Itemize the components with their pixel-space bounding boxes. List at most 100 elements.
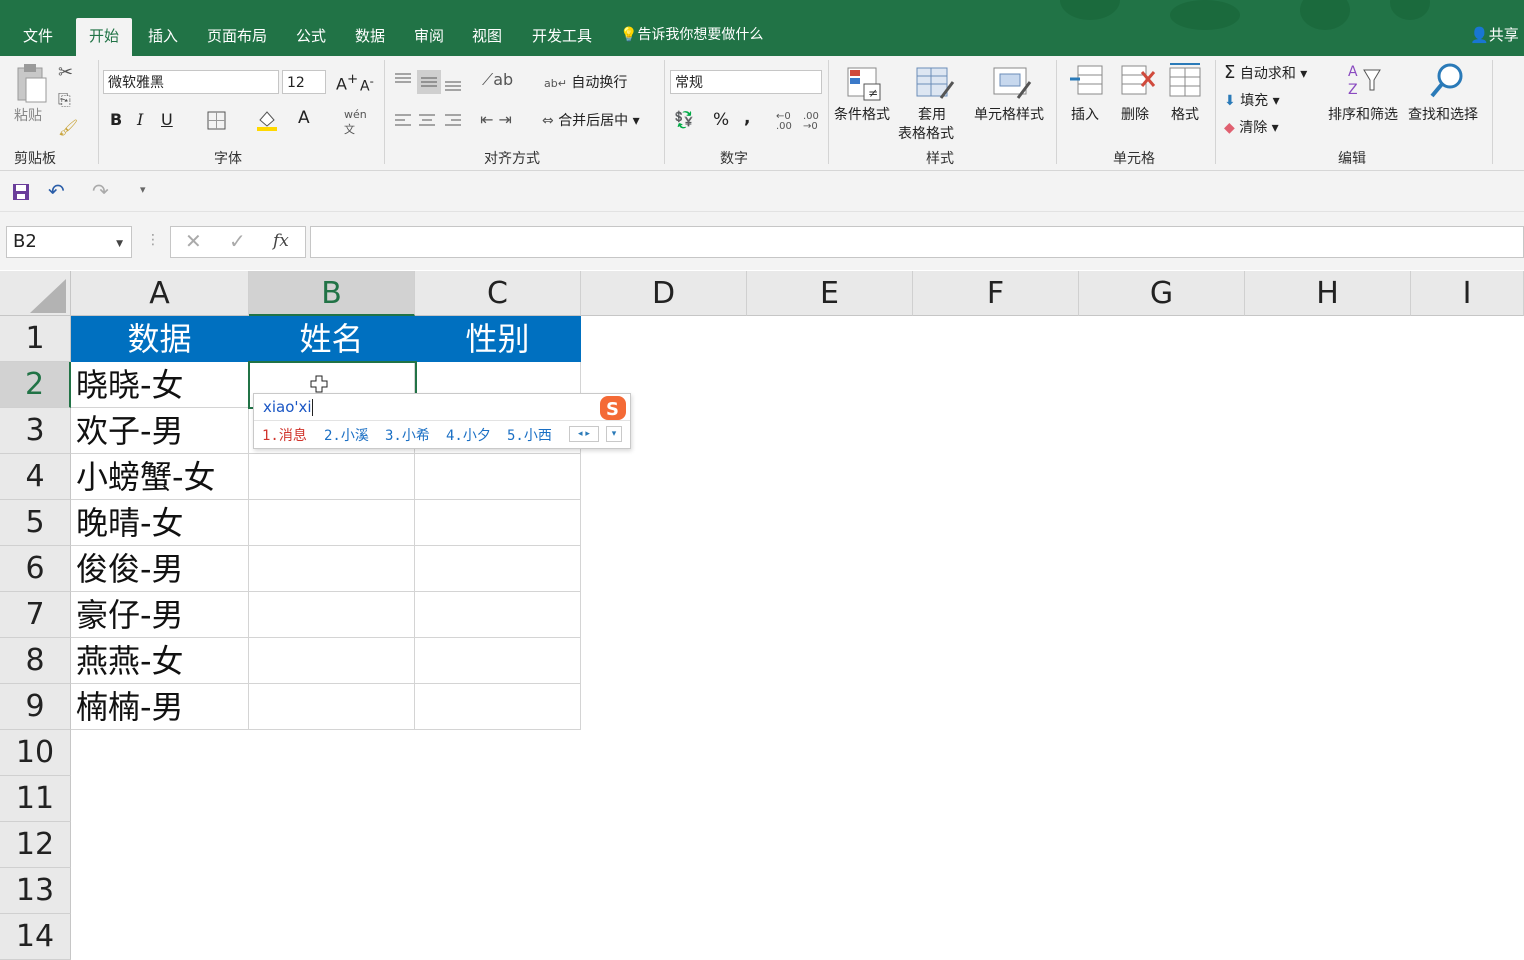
horizontal-align-icons[interactable] [393, 112, 463, 130]
merge-center-button[interactable]: ⇔ 合并后居中 ▾ [542, 110, 640, 130]
row-header-7[interactable]: 7 [0, 592, 71, 638]
shrink-font-icon[interactable]: A- [360, 74, 374, 95]
italic-button[interactable]: I [137, 110, 143, 129]
row-header-9[interactable]: 9 [0, 684, 71, 730]
column-header-h[interactable]: H [1245, 271, 1411, 316]
tab-page-layout[interactable]: 页面布局 [198, 22, 276, 54]
tab-file[interactable]: 文件 [12, 22, 64, 54]
save-icon[interactable] [12, 183, 30, 201]
comma-button[interactable]: , [744, 108, 750, 128]
find-select-label[interactable]: 查找和选择 [1408, 104, 1478, 124]
table-cell[interactable] [415, 638, 581, 684]
row-header-14[interactable]: 14 [0, 914, 71, 960]
row-header-3[interactable]: 3 [0, 408, 71, 454]
tab-review[interactable]: 审阅 [406, 22, 452, 54]
tab-home[interactable]: 开始 [76, 18, 132, 56]
ime-candidate[interactable]: 4.小夕 [446, 425, 491, 445]
conditional-format-icon[interactable]: ≠ [846, 64, 884, 102]
insert-cells-icon[interactable] [1068, 64, 1104, 98]
copy-icon[interactable]: ⎘ [58, 90, 71, 110]
sort-filter-icon[interactable]: AZ [1346, 62, 1386, 100]
ime-page-arrows-icon[interactable]: ◂ ▸ [569, 426, 599, 442]
find-select-icon[interactable] [1428, 62, 1468, 100]
clear-button[interactable]: ◆ 清除 ▾ [1224, 117, 1279, 137]
row-header-11[interactable]: 11 [0, 776, 71, 822]
sort-filter-label[interactable]: 排序和筛选 [1328, 104, 1398, 124]
row-header-13[interactable]: 13 [0, 868, 71, 914]
format-cells-label[interactable]: 格式 [1171, 104, 1199, 124]
cancel-icon[interactable]: ✕ [185, 229, 202, 253]
tab-insert[interactable]: 插入 [138, 22, 188, 54]
table-cell[interactable]: 小螃蟹-女 [71, 454, 249, 500]
borders-icon[interactable] [207, 111, 227, 131]
increase-decimal-icon[interactable]: ←0.00 [776, 112, 792, 132]
bold-button[interactable]: B [110, 110, 122, 129]
ime-candidate[interactable]: 1.消息 [262, 425, 307, 445]
undo-icon[interactable]: ↶ [48, 179, 65, 203]
indent-icons[interactable]: ⇤ ⇥ [480, 110, 512, 129]
table-cell[interactable]: 楠楠-男 [71, 684, 249, 730]
font-size-dropdown[interactable]: 12 [282, 70, 326, 94]
customize-qat-icon[interactable]: ▾ [140, 183, 146, 196]
font-name-dropdown[interactable]: 微软雅黑 [103, 70, 279, 94]
row-header-8[interactable]: 8 [0, 638, 71, 684]
insert-function-button[interactable]: fx [273, 231, 289, 251]
table-cell[interactable]: 欢子-男 [71, 408, 249, 454]
autosum-button[interactable]: Σ 自动求和 ▾ [1224, 62, 1307, 83]
column-header-b[interactable]: B [249, 271, 415, 316]
table-cell[interactable] [249, 454, 415, 500]
row-header-4[interactable]: 4 [0, 454, 71, 500]
table-cell[interactable] [249, 500, 415, 546]
name-box[interactable]: B2 ▼ [6, 226, 132, 258]
column-header-c[interactable]: C [415, 271, 581, 316]
row-header-5[interactable]: 5 [0, 500, 71, 546]
decrease-decimal-icon[interactable]: .00 →0 [803, 112, 819, 132]
ime-candidate[interactable]: 2.小溪 [324, 425, 369, 445]
format-as-table-icon[interactable] [915, 64, 955, 102]
row-header-2[interactable]: 2 [0, 362, 71, 408]
column-header-e[interactable]: E [747, 271, 913, 316]
table-cell[interactable] [415, 592, 581, 638]
row-header-1[interactable]: 1 [0, 316, 71, 362]
format-cells-icon[interactable] [1168, 62, 1204, 98]
cell-styles-icon[interactable] [992, 64, 1032, 102]
font-color-icon[interactable]: A [298, 108, 310, 128]
number-format-dropdown[interactable]: 常规 [670, 70, 822, 94]
table-cell[interactable] [415, 546, 581, 592]
share-button[interactable]: 👤共享 [1470, 24, 1519, 45]
table-cell[interactable] [249, 684, 415, 730]
vertical-align-icons[interactable] [393, 70, 463, 94]
table-cell[interactable]: 晓晓-女 [71, 362, 249, 408]
fill-button[interactable]: ⬇ 填充 ▾ [1224, 90, 1280, 110]
drag-handle-icon[interactable]: ⋮ [146, 232, 160, 248]
formula-input[interactable] [310, 226, 1524, 258]
column-header-d[interactable]: D [581, 271, 747, 316]
column-header-f[interactable]: F [913, 271, 1079, 316]
cut-icon[interactable]: ✂ [58, 62, 73, 83]
column-header-g[interactable]: G [1079, 271, 1245, 316]
table-cell[interactable] [415, 500, 581, 546]
header-cell[interactable]: 数据 [71, 316, 249, 362]
format-as-table-label-2[interactable]: 表格格式 [898, 123, 954, 143]
column-header-a[interactable]: A [71, 271, 249, 316]
format-painter-icon[interactable]: 🖌 [58, 118, 78, 137]
select-all-corner[interactable] [0, 271, 71, 316]
percent-button[interactable]: % [713, 110, 729, 130]
phonetic-icon[interactable]: wén 文 [344, 108, 367, 137]
grow-font-icon[interactable]: A+ [336, 72, 358, 93]
row-header-6[interactable]: 6 [0, 546, 71, 592]
ime-candidate[interactable]: 5.小西 [507, 425, 552, 445]
column-header-i[interactable]: I [1411, 271, 1524, 316]
currency-icon[interactable]: 💱 [674, 110, 694, 129]
table-cell[interactable] [415, 684, 581, 730]
underline-button[interactable]: U [161, 110, 173, 129]
table-cell[interactable]: 晚晴-女 [71, 500, 249, 546]
paste-icon[interactable] [12, 64, 48, 104]
conditional-format-label[interactable]: 条件格式 [834, 104, 890, 124]
tab-developer[interactable]: 开发工具 [522, 22, 602, 54]
tab-formulas[interactable]: 公式 [288, 22, 334, 54]
table-cell[interactable] [249, 592, 415, 638]
enter-icon[interactable]: ✓ [229, 229, 246, 253]
table-cell[interactable] [249, 546, 415, 592]
format-as-table-label-1[interactable]: 套用 [918, 104, 946, 124]
